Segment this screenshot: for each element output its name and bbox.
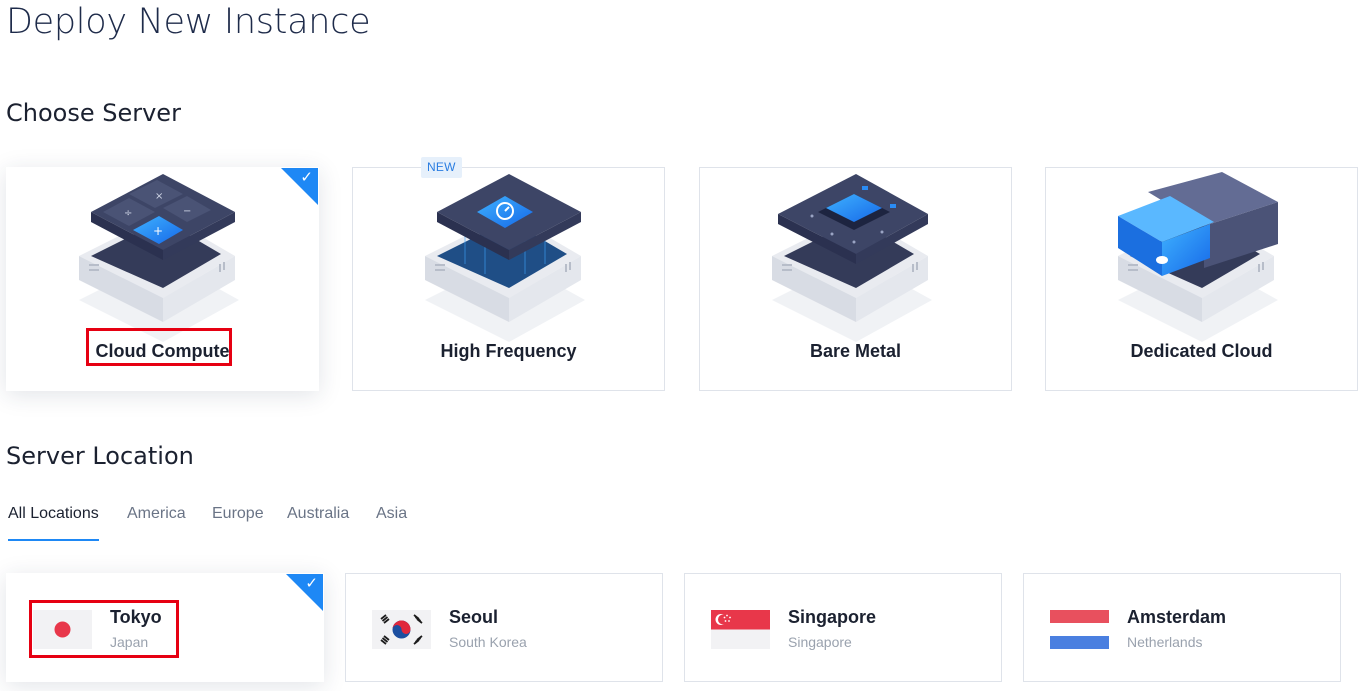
location-country: Netherlands bbox=[1127, 634, 1203, 650]
svg-text:×: × bbox=[155, 191, 163, 202]
choose-server-heading: Choose Server bbox=[6, 99, 181, 127]
location-country: Singapore bbox=[788, 634, 852, 650]
chip-server-icon bbox=[771, 174, 932, 342]
server-card-dedicated-cloud[interactable]: Dedicated Cloud bbox=[1045, 167, 1358, 391]
location-card-tokyo[interactable]: Tokyo Japan ✓ bbox=[6, 573, 324, 682]
server-label: High Frequency bbox=[440, 341, 577, 361]
server-label: Cloud Compute bbox=[95, 341, 230, 361]
japan-flag-icon bbox=[33, 610, 92, 649]
server-card-bare-metal[interactable]: Bare Metal bbox=[699, 167, 1012, 391]
server-location-heading: Server Location bbox=[6, 442, 194, 470]
netherlands-flag-icon bbox=[1050, 610, 1109, 649]
speedometer-server-icon bbox=[424, 174, 585, 342]
location-country: Japan bbox=[110, 634, 149, 650]
check-icon: ✓ bbox=[305, 574, 318, 592]
south-korea-flag-icon bbox=[372, 610, 431, 649]
location-card-amsterdam[interactable]: Amsterdam Netherlands bbox=[1023, 573, 1341, 682]
location-card-seoul[interactable]: Seoul South Korea bbox=[345, 573, 663, 682]
tab-all-locations[interactable]: All Locations bbox=[8, 505, 99, 541]
tab-asia[interactable]: Asia bbox=[376, 505, 407, 539]
location-card-singapore[interactable]: Singapore Singapore bbox=[684, 573, 1002, 682]
server-card-cloud-compute[interactable]: × ÷ − + Cloud Compute ✓ bbox=[6, 167, 319, 391]
cloud-server-icon bbox=[1117, 172, 1278, 342]
location-city: Seoul bbox=[449, 607, 499, 627]
tab-europe[interactable]: Europe bbox=[212, 505, 264, 539]
svg-text:+: + bbox=[153, 224, 163, 238]
location-country: South Korea bbox=[449, 634, 527, 650]
server-label: Bare Metal bbox=[809, 341, 902, 361]
page-title: Deploy New Instance bbox=[6, 2, 371, 42]
server-card-high-frequency[interactable]: NEW High Frequency bbox=[352, 157, 665, 391]
svg-text:−: − bbox=[183, 206, 191, 217]
location-city: Singapore bbox=[788, 607, 877, 627]
calculator-server-icon: × ÷ − + bbox=[78, 174, 239, 342]
location-city: Amsterdam bbox=[1127, 607, 1227, 627]
location-city: Tokyo bbox=[110, 607, 162, 627]
svg-text:÷: ÷ bbox=[124, 208, 132, 219]
server-label: Dedicated Cloud bbox=[1130, 341, 1273, 361]
tab-america[interactable]: America bbox=[127, 505, 186, 539]
tab-australia[interactable]: Australia bbox=[287, 505, 349, 539]
singapore-flag-icon bbox=[711, 610, 770, 649]
check-icon: ✓ bbox=[300, 168, 313, 186]
